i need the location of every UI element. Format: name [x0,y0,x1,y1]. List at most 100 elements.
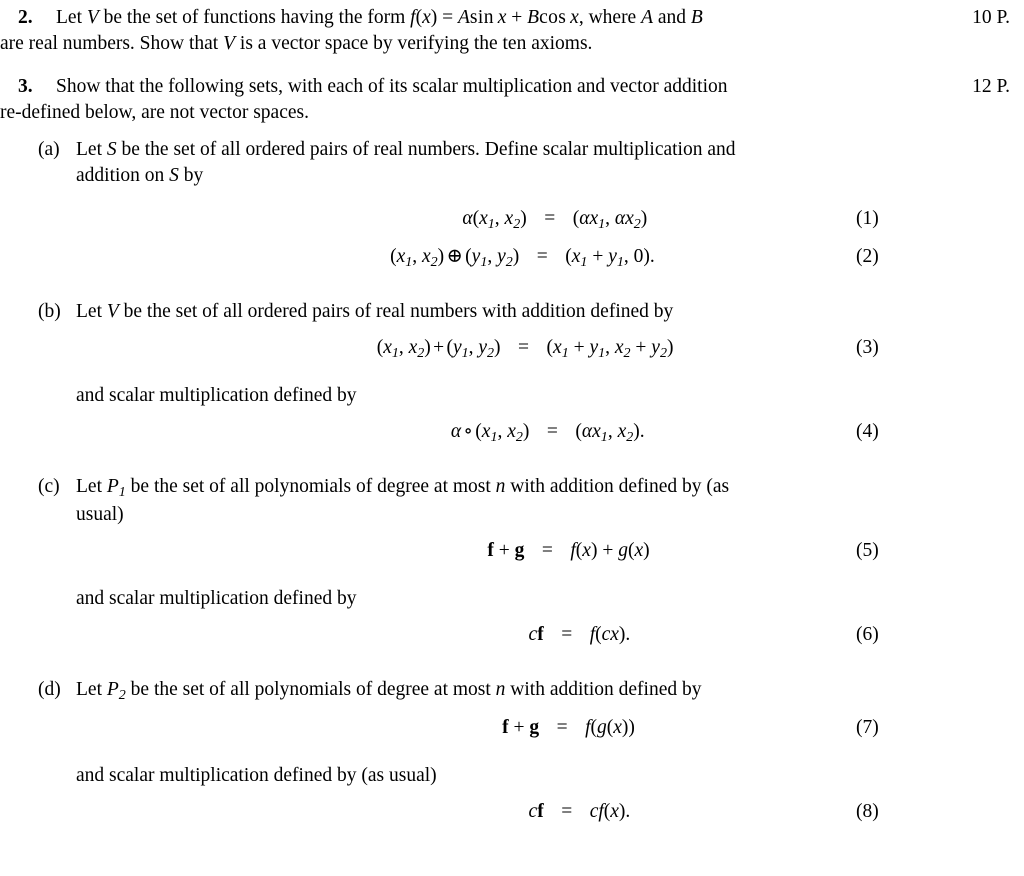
eq3-close: ) [424,336,431,358]
equation-6: cf = f(cx). [394,622,631,648]
eq7-r-close: ) [628,716,635,738]
equation-5: f + g = f(x) + g(x) [374,538,649,564]
eq3-sub1: 1 [391,344,399,361]
problem-3-line2: re-defined below, are not vector spaces. [0,102,309,124]
eq1-sub1: 1 [487,215,495,232]
equation-2-rhs: (x1 + y1, 0). [565,244,654,272]
problem-2: 10 P. 2. Let V be the set of functions ha… [0,5,1024,57]
problem-2-text-post: , where [578,7,642,28]
gap-eq6-item-d [0,660,1024,677]
problem-2-formula-B: B [527,7,540,28]
equation-4-number: (4) [856,421,879,442]
subitem-a: (a) Let S be the set of all ordered pair… [0,137,1024,189]
eq3-r-sub4: 2 [659,344,667,361]
problem-2-symbol-V: V [86,7,99,28]
eq3-r-plus2: + [630,336,652,358]
equation-7: f + g = f(g(x)) [389,715,635,741]
problem-3-body: 12 P. 3. Show that the following sets, wi… [0,74,1024,100]
eq5-r-x: x [582,539,591,561]
subitem-a-symbol-S: S [106,138,117,160]
subitem-c-symbol-P-sub: 1 [118,483,126,500]
gap-eq5-c-tail [0,576,1024,586]
problem-2-symbol-A: A [641,7,654,28]
gap-c-eq5 [0,528,1024,538]
problem-3-body-line2: re-defined below, are not vector spaces. [0,100,1024,126]
gap-eq4-item-c [0,457,1024,474]
problem-2-formula-plus: + [506,7,528,28]
eq1-r-alpha1: α [579,207,590,229]
problem-2-body-line2: are real numbers. Show that V is a vecto… [0,31,1024,57]
eq3-sub4: 2 [487,344,495,361]
equation-6-rhs: f(cx). [590,622,631,648]
problem-2-points: 10 P. [972,7,1010,28]
eq4-r-x: x [592,421,601,442]
subitem-c-text-post: with addition defined by (as [505,476,730,497]
eq3-r-comma: , [605,336,615,358]
eq6-r-c: c [601,623,611,645]
subitem-a-line2-symbol-S: S [169,164,179,186]
problem-2-formula-equals: = [437,7,458,28]
equation-4-rhs: (αx1, x2). [575,419,644,447]
gap-eq2-item-b [0,282,1024,299]
eq7-plus: + [508,716,530,738]
equation-row-5: f + g = f(x) + g(x) (5) [0,538,1024,576]
eq4-r-sub1: 1 [600,428,608,445]
gap-eq3-b-tail [0,373,1024,383]
eq3-r-x: x [553,336,562,358]
subitem-c-text-line2: usual) [76,503,124,525]
eq4-alpha: α [450,421,462,442]
subitem-a-text-mid: be the set of all ordered pairs of real … [116,138,736,160]
eq8-r-x: x [610,800,619,822]
problem-2-formula-x3: x [570,7,579,28]
eq4-r-x2: x [617,421,627,442]
subitem-b-text-line1: Let V be the set of all ordered pairs of… [76,299,984,325]
subitem-d-text-post: with addition defined by [505,678,702,700]
subitem-c-symbol-n: n [495,476,506,497]
eq2-oplus-icon: ⊕ [446,245,463,267]
equation-4: α ∘ (x1, x2) = (αx1, x2). [379,419,645,447]
equation-6-relation: = [561,623,573,645]
equation-3-number: (3) [856,336,879,358]
eq2-comma: , [412,245,422,267]
problem-3: 12 P. 3. Show that the following sets, wi… [0,74,1024,126]
equation-row-8: cf = cf(x). (8) [0,799,1024,837]
eq3-sub3: 1 [461,344,469,361]
problem-2-number: 2. [18,7,33,28]
gap-problem2-problem3 [0,57,1024,74]
eq2-x1: x [396,245,406,267]
subitem-d-text-mid: be the set of all polynomials of degree … [125,678,496,700]
problem-3-line1: Show that the following sets, with each … [56,76,728,98]
subitem-d-symbol-P: P [106,678,119,700]
problem-2-symbol-B: B [690,7,703,28]
equation-5-number: (5) [856,539,879,561]
subitem-a-line2-post: by [178,164,204,186]
equation-row-7: f + g = f(g(x)) (7) [0,715,1024,753]
subitem-c: (c) Let P1 be the set of all polynomials… [0,474,1024,528]
subitem-b-tail: and scalar multiplication defined by [76,384,357,406]
eq1-x1: x [479,207,488,229]
subitem-c-text-mid: be the set of all polynomials of degree … [125,476,496,497]
problem-2-formula-sin: sin [469,7,494,28]
eq1-r-comma: , [605,207,615,229]
equation-3: (x1, x2) + (y1, y2) = (x1 + y1, x2 + y2) [351,335,674,363]
eq2-r-y: y [608,245,617,267]
eq2-sub4: 2 [505,253,513,270]
eq5-r-plus: + [597,539,619,561]
equation-2-relation: = [536,245,548,267]
eq1-alpha: α [462,207,473,229]
subitem-d-label: (d) [38,678,61,700]
eq4-comma: , [497,421,508,442]
subitem-a-text-line1: Let S be the set of all ordered pairs of… [76,137,984,163]
eq4-x2: x [507,421,516,442]
eq2-r-plus: + [587,245,609,267]
eq2-r-close: ). [643,245,655,267]
equation-8-relation: = [561,800,573,822]
eq2-comma2: , [487,245,498,267]
equation-3-rhs: (x1 + y1, x2 + y2) [547,335,674,363]
eq5-r-close2: ) [643,539,650,561]
subitem-c-label: (c) [38,476,60,497]
equation-5-relation: = [541,539,553,561]
equation-2-lhs: (x1, x2) ⊕ (y1, y2) [369,244,519,272]
equation-5-rhs: f(x) + g(x) [570,538,649,564]
equation-7-rhs: f(g(x)) [585,715,635,741]
